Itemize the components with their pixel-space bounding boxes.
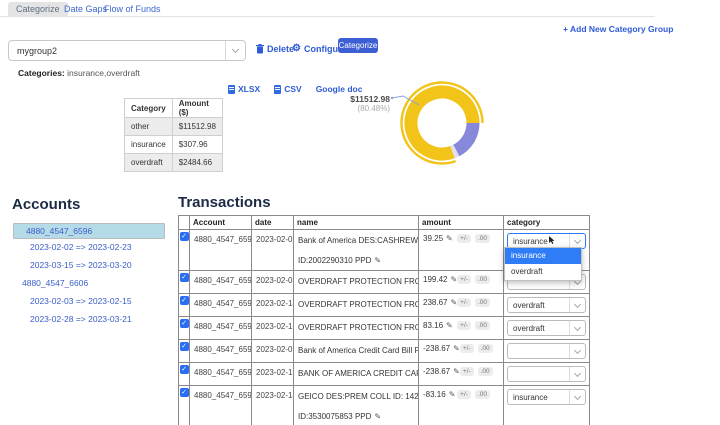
summary-header-category: Category [124,98,173,118]
plusminus-button[interactable]: +/- [459,367,474,376]
edit-icon[interactable]: ✎ [374,412,381,421]
edit-icon[interactable]: ✎ [446,321,453,330]
edit-icon[interactable]: ✎ [453,344,460,353]
category-dropdown-panel: insurance overdraft [504,247,582,281]
donut-callout-label: $11512.98 (80.48%) [350,94,390,113]
plusminus-button[interactable]: +/- [459,344,474,353]
row-checkbox[interactable] [179,319,189,328]
chevron-down-icon [569,344,585,358]
chevron-down-icon [569,298,585,312]
select-all-header [178,215,190,230]
edit-icon[interactable]: ✎ [450,275,457,284]
file-icon [274,84,282,94]
table-row: 4880_4547_6596 2023-02-15 OVERDRAFT PROT… [178,316,590,340]
cents-button[interactable]: .00 [474,275,490,284]
account-item[interactable]: 4880_4547_6606 [22,276,88,291]
chevron-down-icon [569,234,585,248]
cents-button[interactable]: .00 [474,298,490,307]
account-date-range[interactable]: 2023-03-15 => 2023-03-20 [30,258,132,273]
cents-button[interactable]: .00 [474,390,490,399]
row-checkbox[interactable] [179,342,189,351]
summary-header-amount: Amount ($) [171,98,223,118]
export-csv-link[interactable]: CSV [274,84,302,94]
accounts-title: Accounts [12,196,81,213]
table-row: 4880_4547_6596 2023-02-14 GEICO DES:PREM… [178,385,590,425]
transactions-header-row: Account date name amount category [178,215,590,230]
row-checkbox[interactable] [179,232,189,241]
plusminus-button[interactable]: +/- [457,275,471,284]
tab-flow-of-funds[interactable]: Flow of Funds [96,2,169,17]
account-date-range[interactable]: 2023-02-28 => 2023-03-21 [30,312,132,327]
category-select[interactable] [507,343,586,359]
plusminus-button[interactable]: +/- [457,298,471,307]
account-item[interactable]: 4880_4547_6596 [13,223,165,239]
table-row: other $11512.98 [124,117,223,136]
col-category: category [503,215,590,230]
chevron-down-icon [569,367,585,381]
chevron-down-icon [569,390,585,404]
delete-button-label: Delete [267,44,295,54]
cents-button[interactable]: .00 [474,321,490,330]
chevron-down-icon [225,41,245,60]
categories-line: Categories: insurance,overdraft [18,68,140,78]
row-checkbox[interactable] [179,365,189,374]
cents-button[interactable]: .00 [477,367,493,376]
categories-label: Categories: [18,68,65,78]
plusminus-button[interactable]: +/- [457,234,471,243]
table-row: overdraft $2484.66 [124,153,223,172]
chevron-down-icon [569,321,585,335]
account-date-range[interactable]: 2023-02-03 => 2023-02-15 [30,294,132,309]
category-select[interactable]: insurance [507,389,586,405]
edit-icon[interactable]: ✎ [446,234,453,243]
row-checkbox[interactable] [179,273,189,282]
col-account: Account [189,215,252,230]
callout-leader-line [390,95,420,106]
col-amount: amount [418,215,504,230]
col-name: name [293,215,419,230]
categorize-page: Categorize Date Gaps Flow of Funds + Add… [0,0,720,425]
add-new-category-group-link[interactable]: + Add New Category Group [563,24,673,34]
cents-button[interactable]: .00 [474,234,490,243]
edit-icon[interactable]: ✎ [374,256,381,265]
category-summary-table: Category Amount ($) other $11512.98 insu… [124,98,223,172]
export-google-doc-link[interactable]: Google doc [316,84,363,94]
trash-icon [256,44,264,54]
table-row: 4880_4547_6596 2023-02-13 BANK OF AMERIC… [178,362,590,386]
col-date: date [251,215,294,230]
categories-value: insurance,overdraft [67,68,140,78]
category-group-select[interactable]: mygroup2 [8,40,246,61]
edit-icon[interactable]: ✎ [449,390,456,399]
edit-icon[interactable]: ✎ [453,367,460,376]
cents-button[interactable]: .00 [477,344,493,353]
category-select[interactable] [507,366,586,382]
transactions-title: Transactions [178,194,271,211]
table-row: insurance $307.96 [124,135,223,154]
plusminus-button[interactable]: +/- [457,321,471,330]
file-icon [228,84,235,94]
table-row: 4880_4547_6596 2023-02-14 OVERDRAFT PROT… [178,293,590,317]
tab-bar: Categorize Date Gaps Flow of Funds [0,0,655,17]
dropdown-option-insurance[interactable]: insurance [505,248,581,264]
category-group-select-value: mygroup2 [17,45,58,56]
gear-icon: ⚙ [292,43,301,54]
account-date-range[interactable]: 2023-02-02 => 2023-02-23 [30,240,132,255]
edit-icon[interactable]: ✎ [450,298,457,307]
row-checkbox[interactable] [179,296,189,305]
category-select[interactable]: overdraft [507,320,586,336]
mouse-cursor-icon [548,236,555,244]
plusminus-button[interactable]: +/- [457,390,471,399]
delete-button[interactable]: Delete [256,44,294,54]
row-checkbox[interactable] [179,388,189,397]
category-select[interactable]: overdraft [507,297,586,313]
export-xlsx-link[interactable]: XLSX [228,84,260,94]
dropdown-option-overdraft[interactable]: overdraft [505,264,581,280]
categorize-button[interactable]: Categorize [338,38,378,53]
table-row: 4880_4547_6596 2023-02-02 Bank of Americ… [178,339,590,363]
export-links: XLSX CSV Google doc [228,84,362,94]
